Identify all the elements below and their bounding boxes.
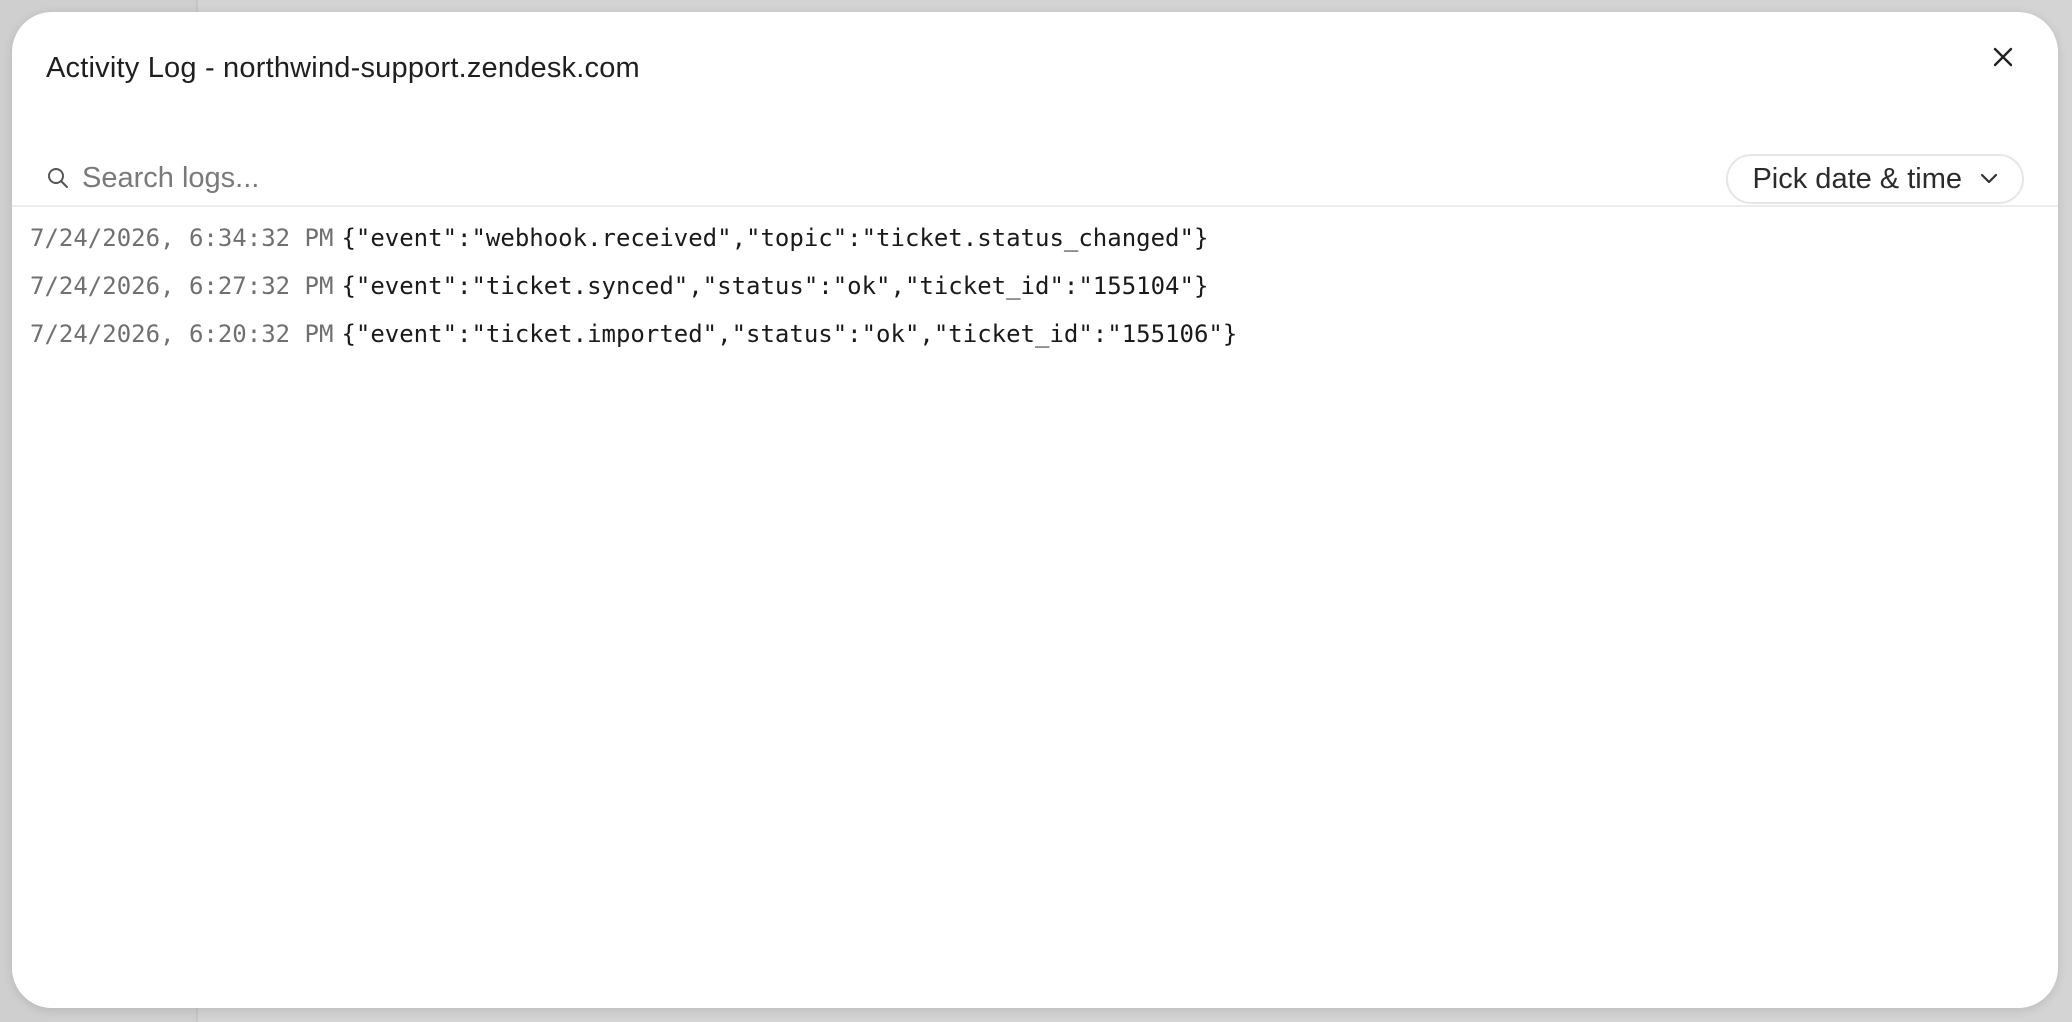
- log-message: {"event":"ticket.synced","status":"ok","…: [341, 272, 1209, 300]
- date-time-picker-button[interactable]: Pick date & time: [1726, 154, 2024, 204]
- log-timestamp: 7/24/2026, 6:20:32 PM: [30, 320, 334, 348]
- dialog-title: Activity Log - northwind-support.zendesk…: [46, 52, 640, 84]
- search-input[interactable]: [82, 154, 1082, 202]
- log-timestamp: 7/24/2026, 6:27:32 PM: [30, 272, 334, 300]
- log-list: 7/24/2026, 6:34:32 PM {"event":"webhook.r…: [30, 214, 2040, 358]
- log-row: 7/24/2026, 6:20:32 PM {"event":"ticket.im…: [30, 310, 2040, 358]
- log-timestamp: 7/24/2026, 6:34:32 PM: [30, 224, 334, 252]
- chevron-down-icon: [1980, 173, 1998, 184]
- date-picker-label: Pick date & time: [1752, 162, 1962, 195]
- activity-log-dialog: Activity Log - northwind-support.zendesk…: [12, 12, 2058, 1008]
- close-icon: [1993, 47, 2013, 67]
- log-row: 7/24/2026, 6:27:32 PM {"event":"ticket.sy…: [30, 262, 2040, 310]
- log-message: {"event":"webhook.received","topic":"tic…: [341, 224, 1209, 252]
- toolbar-divider: [12, 205, 2058, 207]
- log-message: {"event":"ticket.imported","status":"ok"…: [341, 320, 1238, 348]
- close-button[interactable]: [1982, 36, 2024, 78]
- search-icon: [48, 168, 68, 188]
- log-row: 7/24/2026, 6:34:32 PM {"event":"webhook.r…: [30, 214, 2040, 262]
